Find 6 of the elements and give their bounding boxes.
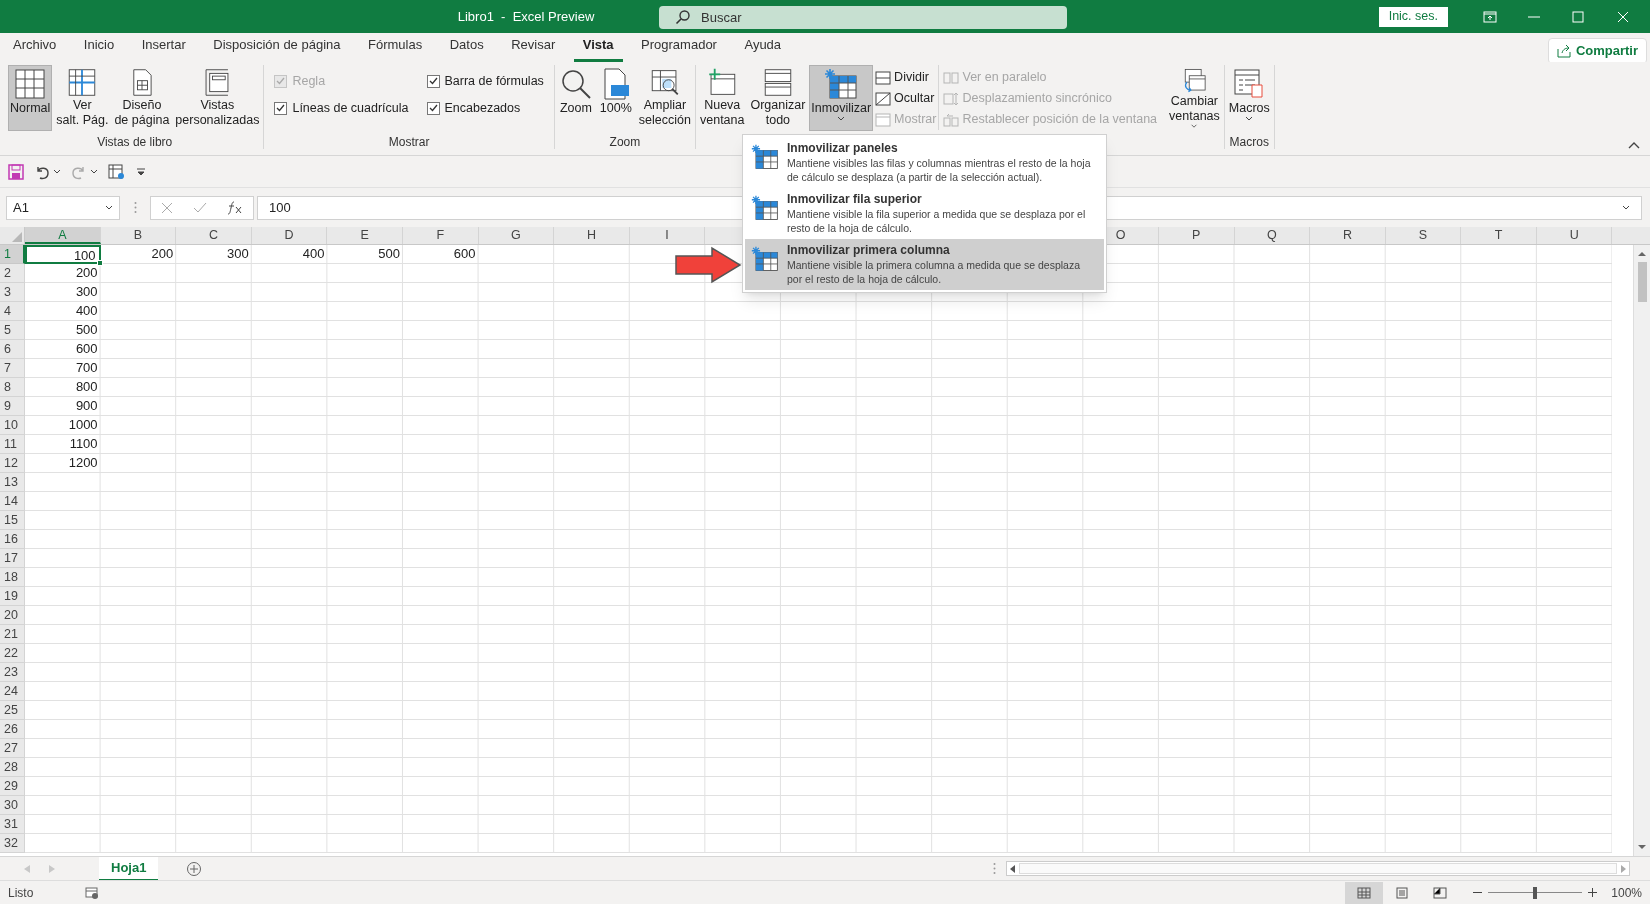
status-text: Listo: [8, 884, 34, 902]
group-label: Zoom: [608, 134, 642, 149]
group-label: Mostrar: [387, 134, 431, 149]
group-label: Vistas de libro: [96, 134, 174, 149]
group-label: Macros: [1228, 134, 1270, 149]
window-title: Libro1 - Excel Preview: [456, 7, 596, 26]
